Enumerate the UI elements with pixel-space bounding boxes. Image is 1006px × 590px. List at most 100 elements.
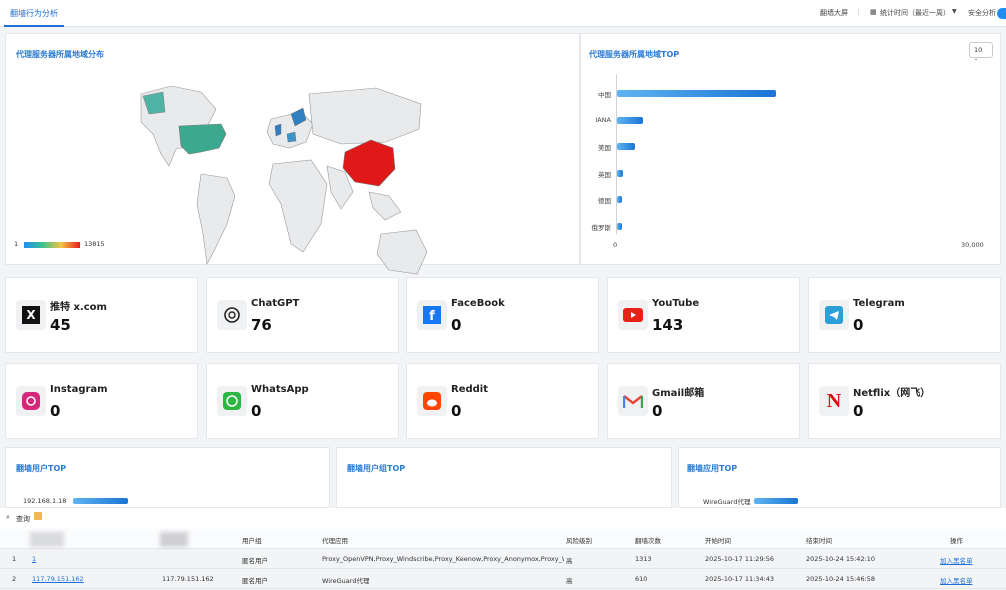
user-top-label: 192.168.1.18 <box>23 497 67 505</box>
germany <box>286 131 297 143</box>
app-card[interactable]: YouTube 143 <box>607 277 800 353</box>
world-map[interactable] <box>131 74 431 294</box>
blacklist-button[interactable]: 加入黑名单 <box>940 575 973 585</box>
app-card[interactable]: X 推特 x.com 45 <box>5 277 198 353</box>
netflix-icon: N <box>819 386 849 416</box>
screen-link[interactable]: 翻墙大屏 <box>820 8 848 18</box>
x-icon: X <box>16 300 46 330</box>
user-link[interactable]: 117.79.151.162 <box>32 575 84 583</box>
app-card[interactable]: Telegram 0 <box>808 277 1001 353</box>
app-count: 0 <box>853 402 864 420</box>
row-index: 2 <box>12 575 17 583</box>
sea-asia <box>368 191 402 221</box>
app-card[interactable]: Reddit 0 <box>406 363 599 439</box>
app-top-bar <box>754 498 798 504</box>
tab-vpn-analysis[interactable]: 翻墙行为分析 <box>4 6 64 27</box>
app-count: 0 <box>451 316 462 334</box>
south-america <box>196 173 236 265</box>
vpn-count: 610 <box>635 575 648 583</box>
top-bar: 翻墙行为分析 翻墙大屏 ⋮ ▦ 统计时间（最近一周） ▼ 安全分析 <box>0 0 1006 27</box>
col-app: 代理应用 <box>322 537 348 545</box>
country-label: 俄罗斯 <box>591 223 612 232</box>
search-icon[interactable]: ⌕ <box>6 513 10 522</box>
table-row: 2 117.79.151.162 117.79.151.162 匿名用户 Wir… <box>0 569 1006 589</box>
user-top-card: 翻墙用户TOP 192.168.1.18 <box>5 447 330 508</box>
end-time: 2025-10-24 15:46:58 <box>806 575 876 583</box>
whatsapp-icon <box>217 386 247 416</box>
col-risk[interactable]: 风险级别 <box>566 535 592 545</box>
app-name: 推特 x.com <box>50 302 107 313</box>
app-name: FaceBook <box>451 298 505 309</box>
app-count: 45 <box>50 316 71 334</box>
chevron-down-icon: ⌄ <box>974 56 979 62</box>
risk-level: 高 <box>566 557 573 565</box>
youtube-icon <box>618 300 648 330</box>
country-bar[interactable] <box>617 222 622 230</box>
country-bar[interactable] <box>617 196 623 203</box>
map-title: 代理服务器所属地域分布 <box>16 50 104 59</box>
russia-asia <box>308 87 422 145</box>
user-ip: 117.79.151.162 <box>162 575 214 583</box>
app-card[interactable]: Instagram 0 <box>5 363 198 439</box>
country-bar[interactable] <box>617 90 776 97</box>
col-group: 用户组 <box>242 537 262 545</box>
country-label: 美国 <box>598 144 611 152</box>
query-label[interactable]: 查询 <box>16 514 30 524</box>
blacklist-button[interactable]: 加入黑名单 <box>940 555 973 565</box>
col-start[interactable]: 开始时间 <box>705 535 731 545</box>
instagram-icon <box>16 386 46 416</box>
chevron-down-icon: ▼ <box>952 8 957 15</box>
country-bar[interactable] <box>617 169 624 177</box>
app-count: 0 <box>853 316 864 334</box>
table-row: 1 1 匿名用户 Proxy_OpenVPN,Proxy_Windscribe,… <box>0 549 1006 569</box>
uk <box>274 123 282 137</box>
security-label: 安全分析 <box>968 9 996 17</box>
map-card: 代理服务器所属地域分布 1 13815 <box>5 33 580 275</box>
usa <box>178 123 227 155</box>
reddit-icon <box>417 386 447 416</box>
app-name: Reddit <box>451 384 489 395</box>
col-end[interactable]: 结束时间 <box>806 535 832 545</box>
legend-min: 1 <box>14 240 19 248</box>
user-top-title: 翻墙用户TOP <box>16 464 67 473</box>
more-icon[interactable]: ⋮ <box>855 8 862 16</box>
app-name: WhatsApp <box>251 384 309 395</box>
country-label: 中国 <box>598 91 611 99</box>
user-link[interactable]: 1 <box>32 555 36 563</box>
legend-gradient <box>24 242 80 248</box>
query-bar: ⌕ 查询 <box>0 508 1006 529</box>
stat-time-select[interactable]: 统计时间（最近一周） <box>880 8 950 18</box>
country-label: 德国 <box>598 197 611 205</box>
app-count: 76 <box>251 316 272 334</box>
app-name: ChatGPT <box>251 298 300 309</box>
topn-select[interactable]: 10 ⌄ <box>969 42 993 62</box>
country-top-title: 代理服务器所属地域TOP <box>589 50 680 59</box>
app-card[interactable]: Gmail邮箱 0 <box>607 363 800 439</box>
blurred-header <box>160 532 188 547</box>
col-action: 操作 <box>950 537 963 545</box>
app-count: 0 <box>50 402 61 420</box>
country-label: IANA <box>595 115 611 124</box>
country-bar[interactable] <box>617 116 644 124</box>
gmail-icon <box>618 386 648 416</box>
europe <box>266 111 314 149</box>
x-axis-min: 0 <box>613 241 618 249</box>
app-top-label: WireGuard代理 <box>703 498 751 506</box>
country-top-card: 代理服务器所属地域TOP 10 ⌄ 中国 IANA 美国 英国 德国 俄罗斯 0 30,0… <box>580 33 1001 265</box>
table-header: 用户组 代理应用 风险级别 翻墙次数 开始时间 结束时间 操作 <box>0 529 1006 549</box>
app-name: YouTube <box>652 298 700 309</box>
proxy-app: Proxy_OpenVPN,Proxy_Windscribe,Proxy_Kee… <box>322 555 564 563</box>
app-card[interactable]: N Netflix（网飞） 0 <box>808 363 1001 439</box>
app-count: 0 <box>451 402 462 420</box>
app-name: Telegram <box>853 298 905 309</box>
app-top-card: 翻墙应用TOP WireGuard代理 <box>678 447 1001 508</box>
app-card[interactable]: ChatGPT 76 <box>206 277 399 353</box>
start-time: 2025-10-17 11:29:56 <box>705 555 775 563</box>
blurred-header <box>30 532 64 547</box>
country-bar[interactable] <box>617 143 636 150</box>
col-count[interactable]: 翻墙次数 <box>635 535 661 545</box>
app-card[interactable]: WhatsApp 0 <box>206 363 399 439</box>
security-toggle[interactable] <box>997 8 1006 19</box>
export-icon[interactable] <box>34 512 42 520</box>
app-card[interactable]: f FaceBook 0 <box>406 277 599 353</box>
